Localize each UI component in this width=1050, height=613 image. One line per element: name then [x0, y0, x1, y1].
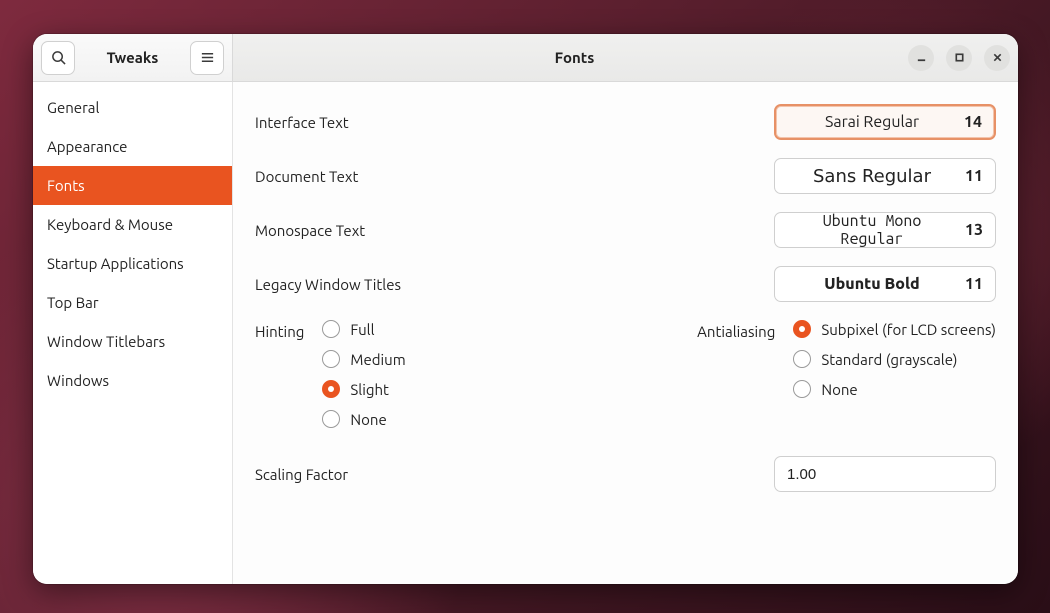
search-button[interactable] [41, 41, 75, 75]
window-body: General Appearance Fonts Keyboard & Mous… [33, 82, 1018, 584]
font-button-document[interactable]: Sans Regular 11 [774, 158, 996, 194]
close-icon [992, 52, 1003, 63]
radio-icon [793, 320, 811, 338]
font-button-interface[interactable]: Sarai Regular 14 [774, 104, 996, 140]
sidebar-item-startup[interactable]: Startup Applications [33, 244, 232, 283]
font-size: 11 [957, 167, 983, 185]
scaling-spinbutton: − + [774, 456, 996, 492]
font-size: 13 [957, 221, 983, 239]
sidebar-item-topbar[interactable]: Top Bar [33, 283, 232, 322]
font-button-legacy[interactable]: Ubuntu Bold 11 [774, 266, 996, 302]
sidebar-item-appearance[interactable]: Appearance [33, 127, 232, 166]
label-legacy-titles: Legacy Window Titles [255, 276, 774, 293]
sidebar-item-fonts[interactable]: Fonts [33, 166, 232, 205]
radio-label: None [821, 381, 857, 398]
sidebar-item-label: Startup Applications [47, 255, 184, 272]
radio-hinting-medium[interactable]: Medium [322, 350, 405, 368]
sidebar-item-keyboard[interactable]: Keyboard & Mouse [33, 205, 232, 244]
sidebar-item-windows[interactable]: Windows [33, 361, 232, 400]
maximize-button[interactable] [946, 45, 972, 71]
radio-label: Full [350, 321, 374, 338]
radio-icon [322, 380, 340, 398]
hinting-label: Hinting [255, 320, 304, 428]
minimize-button[interactable] [908, 45, 934, 71]
search-icon [51, 50, 66, 65]
sidebar-item-label: Windows [47, 372, 109, 389]
sidebar-item-label: General [47, 99, 99, 116]
radio-label: Slight [350, 381, 389, 398]
scaling-input[interactable] [775, 457, 996, 491]
header-bar: Tweaks Fonts [33, 34, 1018, 82]
menu-button[interactable] [190, 41, 224, 75]
font-size: 11 [957, 275, 983, 293]
close-button[interactable] [984, 45, 1010, 71]
sidebar-item-label: Appearance [47, 138, 127, 155]
label-document-text: Document Text [255, 168, 774, 185]
label-interface-text: Interface Text [255, 114, 774, 131]
radio-label: Medium [350, 351, 405, 368]
radio-label: None [350, 411, 386, 428]
window-controls [908, 45, 1010, 71]
hinting-group: Hinting Full Medium Slight [255, 320, 406, 428]
maximize-icon [954, 52, 965, 63]
radio-icon [322, 320, 340, 338]
sidebar-item-label: Window Titlebars [47, 333, 165, 350]
radio-hinting-slight[interactable]: Slight [322, 380, 405, 398]
sidebar-item-label: Keyboard & Mouse [47, 216, 173, 233]
radio-label: Subpixel (for LCD screens) [821, 321, 996, 338]
label-scaling-factor: Scaling Factor [255, 466, 774, 483]
row-monospace-text: Monospace Text Ubuntu Mono Regular 13 [255, 212, 996, 248]
app-title: Tweaks [81, 49, 184, 66]
radio-aa-subpixel[interactable]: Subpixel (for LCD screens) [793, 320, 996, 338]
header-left: Tweaks [33, 34, 233, 81]
font-button-monospace[interactable]: Ubuntu Mono Regular 13 [774, 212, 996, 248]
sidebar-item-general[interactable]: General [33, 88, 232, 127]
antialiasing-label: Antialiasing [697, 320, 775, 428]
radio-hinting-none[interactable]: None [322, 410, 405, 428]
font-name: Ubuntu Mono Regular [787, 212, 957, 248]
radio-aa-standard[interactable]: Standard (grayscale) [793, 350, 996, 368]
radio-section: Hinting Full Medium Slight [255, 320, 996, 428]
font-name: Ubuntu Bold [787, 275, 957, 293]
minimize-icon [916, 52, 927, 63]
font-size: 14 [956, 113, 982, 131]
radio-icon [793, 380, 811, 398]
sidebar-item-titlebars[interactable]: Window Titlebars [33, 322, 232, 361]
sidebar-item-label: Top Bar [47, 294, 99, 311]
sidebar-item-label: Fonts [47, 177, 85, 194]
radio-label: Standard (grayscale) [821, 351, 957, 368]
row-legacy-titles: Legacy Window Titles Ubuntu Bold 11 [255, 266, 996, 302]
header-right: Fonts [233, 34, 1018, 81]
radio-icon [793, 350, 811, 368]
radio-aa-none[interactable]: None [793, 380, 996, 398]
hamburger-icon [200, 50, 215, 65]
radio-hinting-full[interactable]: Full [322, 320, 405, 338]
radio-icon [322, 410, 340, 428]
pane-title: Fonts [241, 49, 908, 66]
tweaks-window: Tweaks Fonts General A [33, 34, 1018, 584]
row-document-text: Document Text Sans Regular 11 [255, 158, 996, 194]
row-interface-text: Interface Text Sarai Regular 14 [255, 104, 996, 140]
antialiasing-group: Antialiasing Subpixel (for LCD screens) … [697, 320, 996, 428]
radio-icon [322, 350, 340, 368]
sidebar: General Appearance Fonts Keyboard & Mous… [33, 82, 233, 584]
row-scaling-factor: Scaling Factor − + [255, 456, 996, 492]
label-monospace-text: Monospace Text [255, 222, 774, 239]
font-name: Sans Regular [787, 166, 957, 187]
content-pane: Interface Text Sarai Regular 14 Document… [233, 82, 1018, 584]
font-name: Sarai Regular [788, 113, 956, 131]
